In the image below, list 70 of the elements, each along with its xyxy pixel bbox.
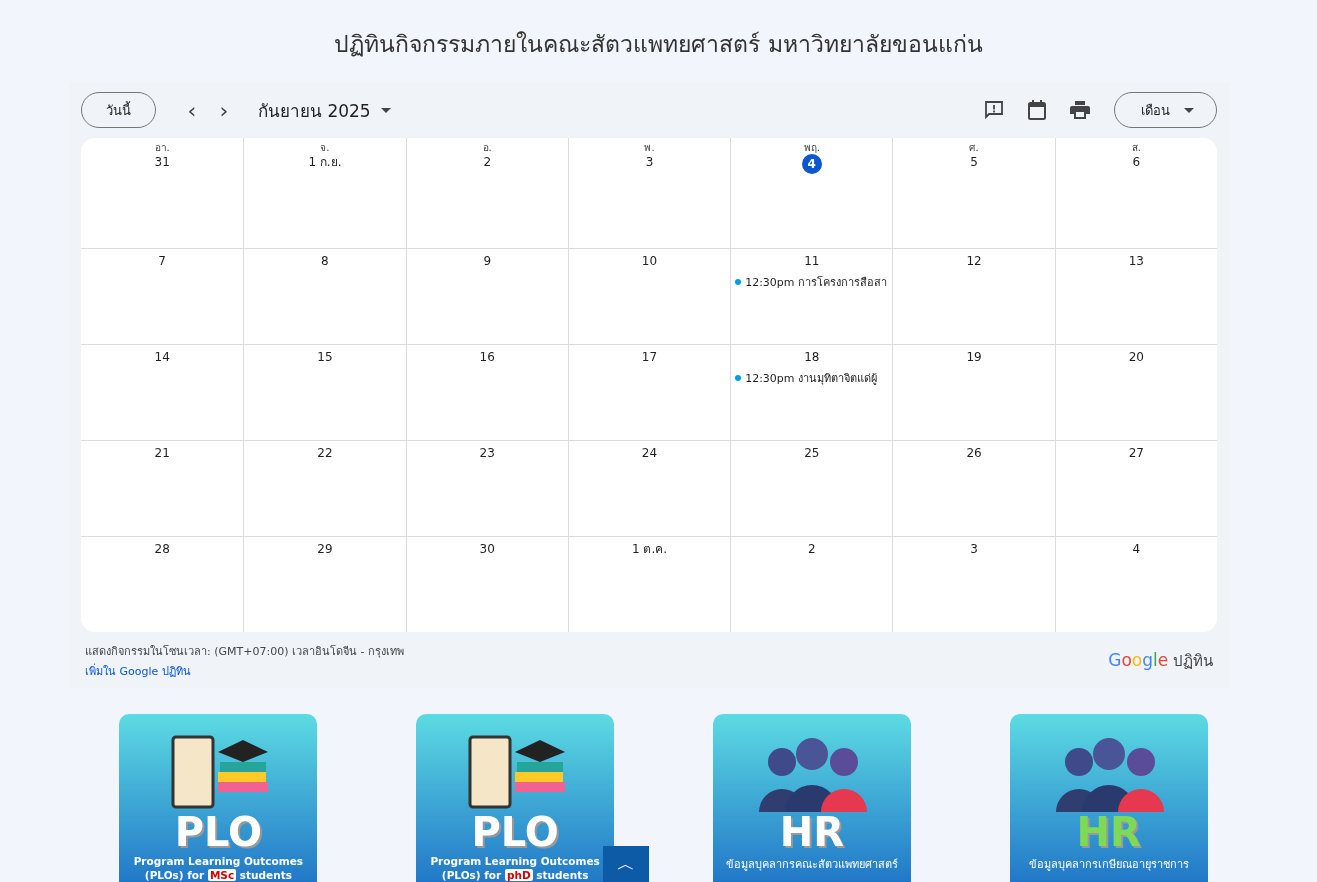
day-number[interactable]: 23 (475, 445, 499, 461)
day-number[interactable]: 22 (313, 445, 337, 461)
day-number[interactable]: 15 (313, 349, 337, 365)
weekday-label: พฤ. (803, 142, 820, 154)
day-number[interactable]: 13 (1124, 253, 1148, 269)
day-number[interactable]: 2 (803, 541, 820, 557)
day-number[interactable]: 2 (479, 154, 495, 170)
banner-label: HR (779, 812, 844, 852)
day-number[interactable]: 10 (637, 253, 662, 269)
banner-caption: ข้อมูลบุคลากรเกษียณอายุราชการ (1027, 857, 1190, 872)
day-number[interactable]: 25 (800, 445, 824, 461)
day-number[interactable]: 11 (800, 253, 824, 269)
next-button[interactable]: › (208, 96, 240, 124)
day-number[interactable]: 12 (962, 253, 986, 269)
day-number[interactable]: 19 (962, 349, 986, 365)
print-icon[interactable] (1070, 101, 1090, 119)
weekday-label: ศ. (969, 142, 979, 154)
feedback-icon[interactable] (984, 100, 1004, 120)
day-number[interactable]: 4 (801, 154, 822, 174)
add-to-calendar-link[interactable]: เพิ่มใน Google ปฏิทิน (85, 662, 191, 680)
day-number[interactable]: 31 (150, 154, 174, 170)
banner-label: PLO (174, 812, 263, 852)
day-number[interactable]: 14 (150, 349, 174, 365)
weekday-label: อา. (154, 142, 170, 154)
weekday-label: จ. (320, 142, 330, 154)
day-number[interactable]: 9 (479, 253, 495, 269)
day-number[interactable]: 21 (150, 445, 174, 461)
day-number[interactable]: 4 (1128, 541, 1145, 557)
banner-card[interactable]: HR ข้อมูลบุคลากรคณะสัตวแพทยศาสตร์ (712, 714, 911, 882)
day-number[interactable]: 6 (1128, 154, 1145, 170)
banner-card[interactable]: PLO Program Learning Outcomes (PLOs) for MSc students (119, 714, 318, 882)
calendar-event[interactable]: 12:30pm การโครงการสือสา (731, 269, 893, 291)
day-number[interactable]: 7 (154, 253, 170, 269)
weekday-label: ส. (1131, 142, 1141, 154)
banner-caption: Program Learning Outcomes (PLOs) for MSc students (132, 854, 305, 882)
day-number[interactable]: 27 (1124, 445, 1148, 461)
weekday-label: อ. (482, 142, 492, 154)
day-number[interactable]: 16 (475, 349, 499, 365)
month-dropdown[interactable]: กันยายน 2025 (252, 95, 397, 125)
day-number[interactable]: 5 (966, 154, 982, 170)
day-number[interactable]: 3 (641, 154, 658, 170)
event-title: 12:30pm งานมุทิตาจิตแด่ผู้ (745, 371, 878, 387)
day-number[interactable]: 1 ก.ย. (304, 154, 346, 170)
day-number[interactable]: 26 (962, 445, 986, 461)
day-number[interactable]: 24 (637, 445, 662, 461)
scroll-to-top-button[interactable]: ︿ (603, 846, 649, 882)
day-number[interactable]: 20 (1124, 349, 1148, 365)
caret-icon (380, 107, 391, 113)
banner-caption: ข้อมูลบุคลากรคณะสัตวแพทยศาสตร์ (724, 857, 899, 872)
day-number[interactable]: 28 (150, 541, 174, 557)
day-number[interactable]: 30 (475, 541, 499, 557)
page-title: ปฏิทินกิจกรรมภายในคณะสัตวแพทยศาสตร์ มหาวิทยาลัยขอนแก่น (333, 30, 984, 59)
day-number[interactable]: 8 (317, 253, 333, 269)
banner-label: PLO (471, 812, 559, 852)
previous-button[interactable]: ‹ (176, 96, 208, 124)
event-title: 12:30pm การโครงการสือสา (745, 275, 888, 291)
day-number[interactable]: 1 ต.ค. (627, 541, 672, 557)
banner-card[interactable]: HR ข้อมูลบุคลากรเกษียณอายุราชการ (1009, 714, 1208, 882)
calendar-brand[interactable]: Google ปฏิทิน (1108, 649, 1213, 673)
day-number[interactable]: 3 (966, 541, 982, 557)
day-number[interactable]: 29 (313, 541, 337, 557)
day-number[interactable]: 17 (637, 349, 662, 365)
banner-label: HR (1076, 812, 1141, 852)
caret-icon (1184, 107, 1194, 113)
banner-card[interactable]: PLO Program Learning Outcomes (PLOs) for phD students (416, 714, 615, 882)
weekday-label: พ. (644, 142, 655, 154)
calendar-event[interactable]: 12:30pm งานมุทิตาจิตแด่ผู้ (731, 365, 893, 387)
calendar-icon[interactable] (1028, 100, 1046, 120)
day-number[interactable]: 18 (800, 349, 824, 365)
timezone-note: แสดงกิจกรรมในโซนเวลา: (GMT+07:00) เวลาอินโดจีน - กรุงเทพ (85, 644, 404, 660)
